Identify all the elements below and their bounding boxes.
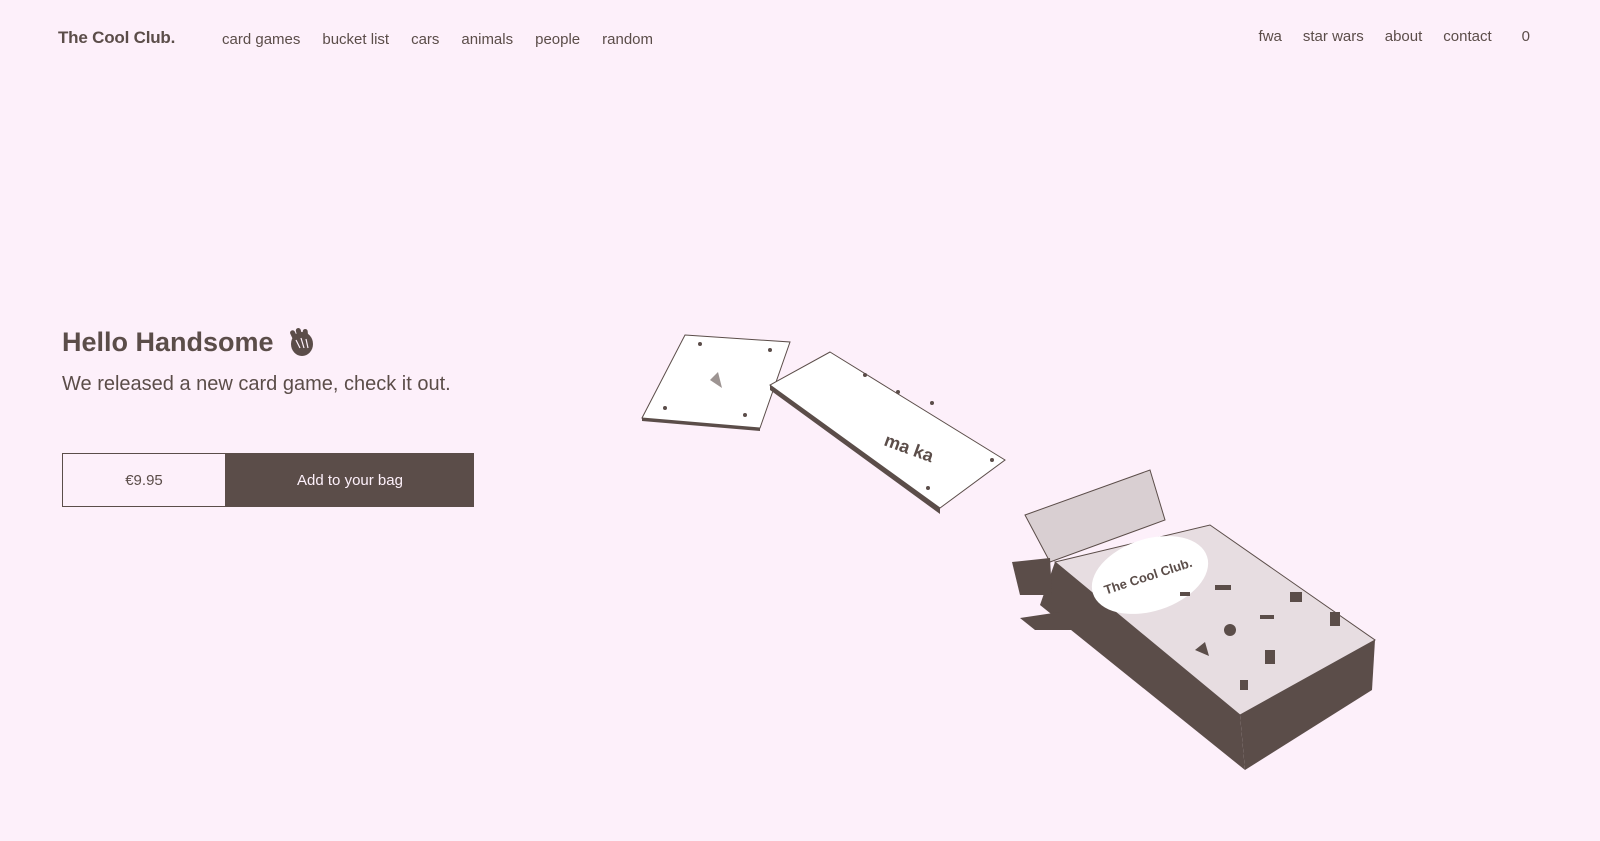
hero-title-text: Hello Handsome <box>62 326 274 357</box>
page: The Cool Club. card games bucket list ca… <box>0 0 1600 841</box>
waving-hand-icon <box>286 326 316 358</box>
nav-cars[interactable]: cars <box>411 31 439 48</box>
nav-random[interactable]: random <box>602 31 653 48</box>
price-display: €9.95 <box>62 453 226 507</box>
hero-subtitle: We released a new card game, check it ou… <box>62 373 451 395</box>
nav-about[interactable]: about <box>1385 28 1423 45</box>
add-to-bag-button[interactable]: Add to your bag <box>226 453 474 507</box>
primary-nav: card games bucket list cars animals peop… <box>222 31 675 48</box>
nav-bucket-list[interactable]: bucket list <box>322 31 389 48</box>
card-box: The Cool Club. <box>1012 469 1376 770</box>
nav-animals[interactable]: animals <box>461 31 513 48</box>
secondary-nav: fwa star wars about contact 0 <box>1238 28 1530 45</box>
nav-contact[interactable]: contact <box>1443 28 1491 45</box>
nav-card-games[interactable]: card games <box>222 31 300 48</box>
nav-fwa[interactable]: fwa <box>1259 28 1282 45</box>
nav-star-wars[interactable]: star wars <box>1303 28 1364 45</box>
playing-card-left <box>641 334 791 431</box>
nav-people[interactable]: people <box>535 31 580 48</box>
purchase-cta: €9.95 Add to your bag <box>62 453 474 507</box>
playing-card-center: ma ka <box>769 351 1006 514</box>
hero-title: Hello Handsome <box>62 326 316 358</box>
card-game-illustration: ma ka The Cool Club. <box>640 330 1400 800</box>
brand-logo[interactable]: The Cool Club. <box>58 28 175 48</box>
bag-count[interactable]: 0 <box>1522 28 1530 45</box>
